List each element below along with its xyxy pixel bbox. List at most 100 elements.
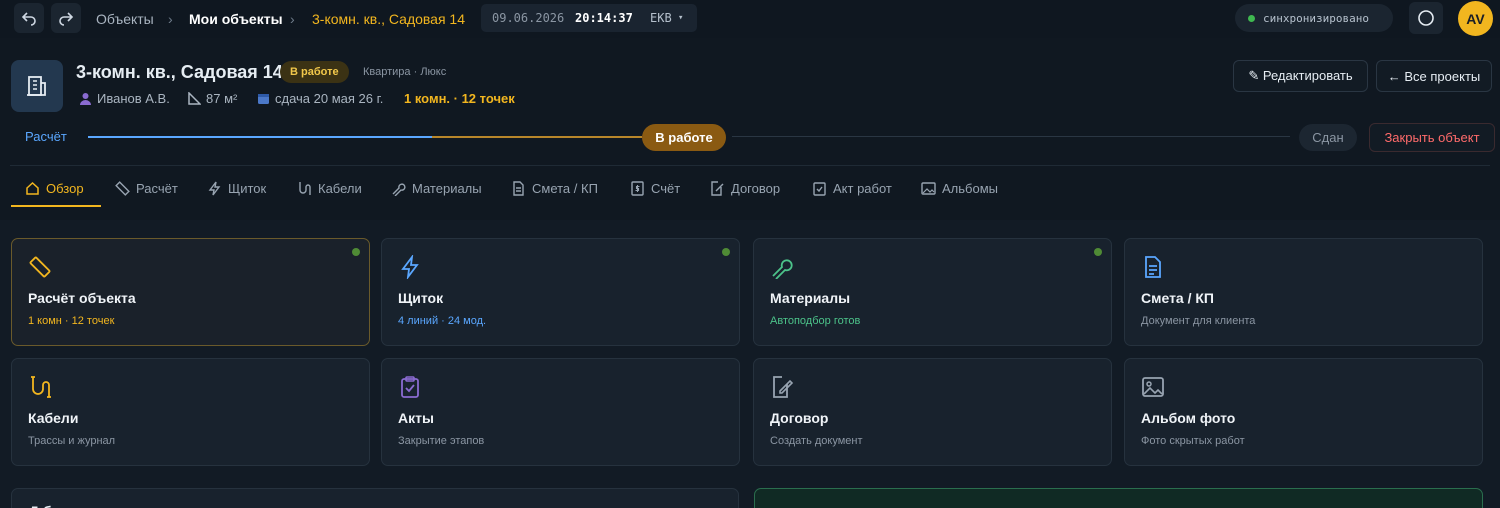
card-title: Щиток	[398, 290, 444, 306]
card-title: Альбом фото	[1141, 410, 1236, 426]
bottom-right-panel	[754, 488, 1483, 508]
document-icon	[1145, 256, 1161, 278]
project-header: 3-комн. кв., Садовая 14 В работе Квартир…	[0, 38, 1500, 220]
card-contract[interactable]: Договор Создать документ	[753, 358, 1112, 466]
card-subtitle: 4 линий · 24 мод.	[398, 315, 487, 327]
wrench-icon	[392, 183, 406, 196]
ruler-icon	[115, 181, 130, 196]
clipboard-icon	[813, 182, 826, 196]
project-icon	[11, 60, 63, 112]
card-panel[interactable]: Щиток 4 линий · 24 мод.	[381, 238, 740, 346]
theme-toggle-button[interactable]	[1409, 2, 1443, 34]
card-calculation[interactable]: Расчёт объекта 1 комн · 12 точек	[11, 238, 370, 346]
status-badge: В работе	[280, 61, 349, 83]
stage-current-pill[interactable]: В работе	[642, 124, 726, 151]
tab-cables[interactable]: Кабели	[297, 181, 362, 196]
timezone-selector[interactable]: EKB	[650, 11, 672, 25]
tab-label: Материалы	[412, 181, 482, 196]
project-title: 3-комн. кв., Садовая 14	[76, 62, 283, 82]
card-materials[interactable]: Материалы Автоподбор готов	[753, 238, 1112, 346]
tab-overview[interactable]: Обзор	[25, 181, 84, 196]
card-subtitle: Создать документ	[770, 435, 863, 447]
breadcrumb-root[interactable]: Объекты	[96, 11, 154, 27]
breadcrumb-separator: ›	[168, 11, 173, 27]
wrench-icon	[772, 259, 793, 280]
status-dot-icon	[1094, 248, 1102, 256]
card-acts[interactable]: Акты Закрытие этапов	[381, 358, 740, 466]
redo-icon	[59, 12, 74, 26]
project-summary: 1 комн. · 12 точек	[404, 91, 515, 106]
tab-label: Акт работ	[833, 181, 892, 196]
all-projects-button[interactable]: ← Все проекты	[1376, 60, 1492, 92]
card-subtitle: Документ для клиента	[1141, 315, 1256, 327]
pen-document-icon	[773, 376, 794, 398]
clock-widget[interactable]: 09.06.2026 20:14:37 EKB ▾	[481, 4, 697, 32]
pen-document-icon	[711, 181, 724, 196]
card-album[interactable]: Альбом фото Фото скрытых работ	[1124, 358, 1483, 466]
bottom-left-panel: Д б	[11, 488, 739, 508]
panel-title: Д б	[29, 503, 52, 508]
area-value: 87 м²	[206, 91, 238, 106]
image-icon	[921, 182, 936, 195]
undo-icon	[21, 12, 36, 26]
avatar[interactable]: AV	[1458, 1, 1493, 36]
card-title: Материалы	[770, 290, 851, 306]
tab-label: Смета / КП	[532, 181, 598, 196]
deadline-value: сдача 20 мая 26 г.	[275, 91, 384, 106]
area-meta: 87 м²	[188, 91, 237, 106]
close-project-button[interactable]: Закрыть объект	[1369, 123, 1495, 152]
tab-calculation[interactable]: Расчёт	[115, 181, 178, 196]
status-dot-icon	[722, 248, 730, 256]
project-type: Квартира · Люкс	[363, 66, 447, 78]
deadline-meta: сдача 20 мая 26 г.	[257, 91, 383, 106]
edit-button[interactable]: ✎ Редактировать	[1233, 60, 1368, 92]
card-title: Смета / КП	[1141, 290, 1214, 306]
breadcrumb-my-objects[interactable]: Мои объекты	[189, 11, 283, 27]
tab-contract[interactable]: Договор	[710, 181, 780, 196]
tab-label: Кабели	[318, 181, 362, 196]
tab-label: Обзор	[46, 181, 84, 196]
active-tab-indicator	[11, 205, 101, 207]
card-title: Кабели	[28, 410, 79, 426]
stage-line-pending	[732, 136, 1290, 137]
document-icon	[513, 181, 524, 196]
cable-icon	[31, 376, 51, 398]
sync-label: синхронизировано	[1263, 12, 1369, 25]
card-subtitle: 1 комн · 12 точек	[28, 315, 115, 327]
ruler-triangle-icon	[188, 92, 201, 105]
building-icon	[27, 76, 46, 96]
breadcrumb-separator: ›	[290, 11, 295, 27]
card-title: Акты	[398, 410, 434, 426]
card-estimate[interactable]: Смета / КП Документ для клиента	[1124, 238, 1483, 346]
tab-albums[interactable]: Альбомы	[921, 181, 998, 196]
owner-meta: Иванов А.В.	[79, 91, 170, 106]
tab-invoice[interactable]: Счёт	[630, 181, 680, 196]
card-subtitle: Закрытие этапов	[398, 435, 485, 447]
stage-calculation[interactable]: Расчёт	[25, 129, 67, 144]
tab-estimate[interactable]: Смета / КП	[511, 181, 598, 196]
sync-status: синхронизировано	[1235, 4, 1393, 32]
stage-done-pill[interactable]: Сдан	[1299, 124, 1357, 151]
calendar-icon	[258, 94, 269, 104]
status-dot-icon	[352, 248, 360, 256]
tab-label: Договор	[731, 181, 781, 196]
card-cables[interactable]: Кабели Трассы и журнал	[11, 358, 370, 466]
tab-act[interactable]: Акт работ	[812, 181, 892, 196]
card-subtitle: Автоподбор готов	[770, 315, 861, 327]
image-icon	[1142, 377, 1164, 397]
clock-time: 20:14:37	[575, 11, 633, 25]
tab-materials[interactable]: Материалы	[391, 181, 482, 196]
sync-dot-icon	[1248, 15, 1255, 22]
cable-icon	[299, 182, 311, 195]
stage-line-done	[88, 136, 432, 138]
tab-label: Счёт	[651, 181, 681, 196]
undo-button[interactable]	[14, 3, 44, 33]
redo-button[interactable]	[51, 3, 81, 33]
card-subtitle: Трассы и журнал	[28, 435, 116, 447]
card-subtitle: Фото скрытых работ	[1141, 435, 1245, 447]
tab-label: Расчёт	[136, 181, 178, 196]
chevron-down-icon: ▾	[678, 13, 684, 23]
ruler-icon	[29, 256, 51, 278]
tab-panel[interactable]: Щиток	[207, 181, 266, 196]
breadcrumb-current: 3-комн. кв., Садовая 14	[312, 11, 466, 27]
